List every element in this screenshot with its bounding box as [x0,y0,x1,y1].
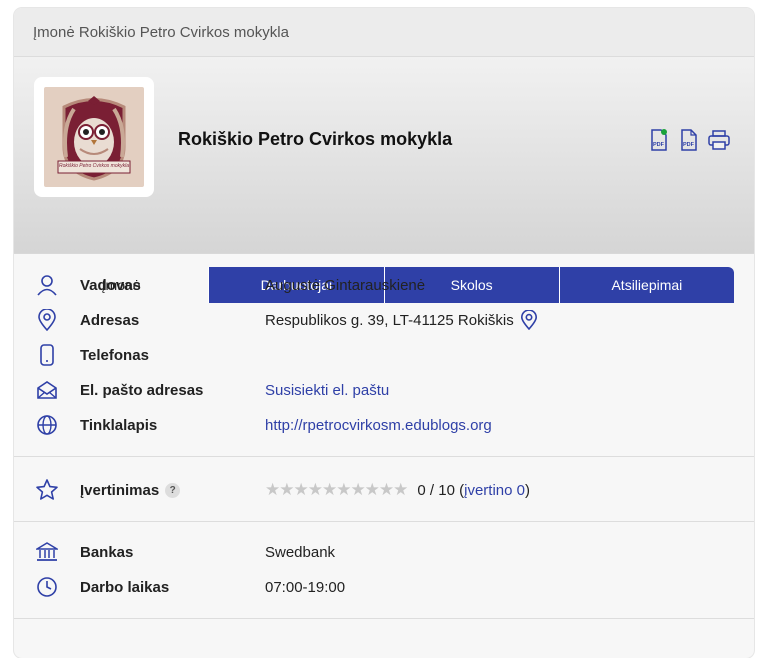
map-pin-icon[interactable] [520,310,538,330]
rating-score: 0 / 10 (įvertino 0) [417,482,530,499]
phone-icon [35,343,59,367]
person-icon [35,273,59,297]
details-section: Bankas Swedbank Darbo laikas 07:00-19:00 [14,522,754,619]
hours-value: 07:00-19:00 [265,578,346,596]
website-row: Tinklalapis http://rpetrocvirkosm.edublo… [14,410,754,440]
rating-stars[interactable]: ★★★★★★★★★★ [265,480,408,500]
rating-label: Įvertinimas ? [80,481,181,499]
owl-logo-image: Rokiškio Petro Cvirkos mokykla [44,87,144,187]
rating-count-link[interactable]: įvertino 0 [464,482,525,499]
rating-score-text: 0 / 10 ( [417,481,465,499]
pdf-download-button[interactable]: PDF [648,129,670,151]
globe-icon [35,413,59,437]
website-label: Tinklalapis [80,416,158,434]
manager-row: Vadovas Augustė Gintarauskienė [14,270,754,300]
company-card: Įmonė Rokiškio Petro Cvirkos mokykla Rok… [14,8,754,658]
rating-row: Įvertinimas ? ★★★★★★★★★★ 0 / 10 (įvertin… [14,475,754,505]
phone-row: Telefonas [14,340,754,370]
help-icon[interactable]: ? [165,482,181,498]
pdf-icon: PDF [681,129,697,151]
pdf-icon: PDF [651,129,667,151]
email-label: El. pašto adresas [80,381,204,399]
rating-section: Įvertinimas ? ★★★★★★★★★★ 0 / 10 (įvertin… [14,457,754,522]
manager-value: Augustė Gintarauskienė [265,276,426,294]
bank-icon [35,540,59,564]
print-button[interactable] [708,129,730,151]
rating-value: ★★★★★★★★★★ 0 / 10 (įvertino 0) [265,480,530,500]
address-label: Adresas [80,311,140,329]
company-name: Rokiškio Petro Cvirkos mokykla [178,129,453,149]
bank-label: Bankas [80,543,134,561]
rating-label-text: Įvertinimas [80,481,160,499]
svg-text:PDF: PDF [683,142,695,148]
address-text: Respublikos g. 39, LT-41125 Rokiškis [265,311,514,329]
website-link[interactable]: http://rpetrocvirkosm.edublogs.org [265,417,492,434]
envelope-icon [35,378,59,402]
manager-label: Vadovas [80,276,141,294]
svg-text:PDF: PDF [653,142,665,148]
hours-label: Darbo laikas [80,578,170,596]
breadcrumb: Įmonė Rokiškio Petro Cvirkos mokykla [14,8,754,57]
contact-section: Vadovas Augustė Gintarauskienė Adresas R… [14,254,754,457]
bank-row: Bankas Swedbank [14,537,754,567]
hours-row: Darbo laikas 07:00-19:00 [14,572,754,602]
company-logo: Rokiškio Petro Cvirkos mokykla [34,77,154,197]
logo-text: Rokiškio Petro Cvirkos mokykla [58,163,130,169]
bank-value: Swedbank [265,543,336,561]
email-contact-link[interactable]: Susisiekti el. paštu [265,382,389,399]
email-row: El. pašto adresas Susisiekti el. paštu [14,375,754,405]
printer-icon [708,130,730,150]
clock-icon [35,575,59,599]
pdf-export-button[interactable]: PDF [678,129,700,151]
company-header: Rokiškio Petro Cvirkos mokykla Rokiškio … [14,57,754,303]
address-row: Adresas Respublikos g. 39, LT-41125 Roki… [14,305,754,335]
location-pin-icon [35,308,59,332]
phone-label: Telefonas [80,346,149,364]
rating-close-paren: ) [524,481,530,499]
header-actions: PDF PDF [648,129,730,151]
address-value: Respublikos g. 39, LT-41125 Rokiškis [265,310,538,330]
star-outline-icon [35,478,59,502]
